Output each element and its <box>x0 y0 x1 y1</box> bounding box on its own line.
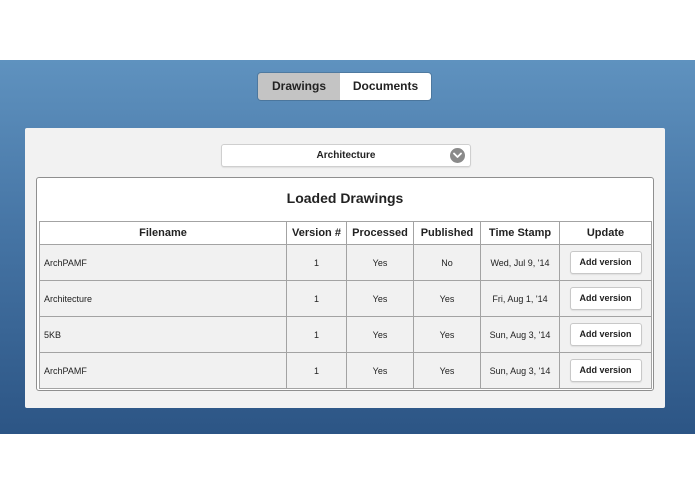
table-row: 5KB 1 Yes Yes Sun, Aug 3, '14 Add versio… <box>39 316 652 353</box>
cell-timestamp: Fri, Aug 1, '14 <box>480 280 560 317</box>
cell-version: 1 <box>286 280 347 317</box>
table-row: ArchPAMF 1 Yes No Wed, Jul 9, '14 Add ve… <box>39 244 652 281</box>
cell-timestamp: Sun, Aug 3, '14 <box>480 316 560 353</box>
cell-filename: Architecture <box>39 280 287 317</box>
main-panel: Architecture Loaded Drawings Filename Ve… <box>25 128 665 408</box>
cell-filename: ArchPAMF <box>39 352 287 389</box>
add-version-button[interactable]: Add version <box>569 323 642 346</box>
cell-version: 1 <box>286 316 347 353</box>
table-row: Architecture 1 Yes Yes Fri, Aug 1, '14 A… <box>39 280 652 317</box>
column-header-update: Update <box>559 221 652 245</box>
column-header-filename: Filename <box>39 221 287 245</box>
add-version-button[interactable]: Add version <box>569 359 642 382</box>
column-header-version: Version # <box>286 221 347 245</box>
cell-processed: Yes <box>346 316 414 353</box>
cell-processed: Yes <box>346 280 414 317</box>
cell-published: No <box>413 244 481 281</box>
add-version-button[interactable]: Add version <box>569 287 642 310</box>
cell-processed: Yes <box>346 244 414 281</box>
tab-drawings[interactable]: Drawings <box>258 73 340 100</box>
category-select[interactable]: Architecture <box>221 144 471 167</box>
cell-update: Add version <box>559 280 652 317</box>
loaded-drawings-table: Loaded Drawings Filename Version # Proce… <box>36 177 654 391</box>
cell-published: Yes <box>413 316 481 353</box>
cell-update: Add version <box>559 316 652 353</box>
drawings-grid: Filename Version # Processed Published T… <box>39 221 652 389</box>
cell-processed: Yes <box>346 352 414 389</box>
cell-published: Yes <box>413 280 481 317</box>
tab-documents[interactable]: Documents <box>340 73 431 100</box>
category-select-value: Architecture <box>316 150 376 161</box>
table-title: Loaded Drawings <box>286 190 404 206</box>
cell-update: Add version <box>559 352 652 389</box>
column-header-timestamp: Time Stamp <box>480 221 560 245</box>
cell-timestamp: Wed, Jul 9, '14 <box>480 244 560 281</box>
column-header-published: Published <box>413 221 481 245</box>
header-row: Filename Version # Processed Published T… <box>39 221 652 245</box>
cell-published: Yes <box>413 352 481 389</box>
add-version-button[interactable]: Add version <box>569 251 642 274</box>
view-tabs: Drawings Documents <box>258 73 431 100</box>
cell-filename: 5KB <box>39 316 287 353</box>
chevron-down-icon <box>450 148 465 163</box>
cell-filename: ArchPAMF <box>39 244 287 281</box>
cell-version: 1 <box>286 244 347 281</box>
table-row: ArchPAMF 1 Yes Yes Sun, Aug 3, '14 Add v… <box>39 352 652 389</box>
column-header-processed: Processed <box>346 221 414 245</box>
cell-timestamp: Sun, Aug 3, '14 <box>480 352 560 389</box>
cell-update: Add version <box>559 244 652 281</box>
cell-version: 1 <box>286 352 347 389</box>
